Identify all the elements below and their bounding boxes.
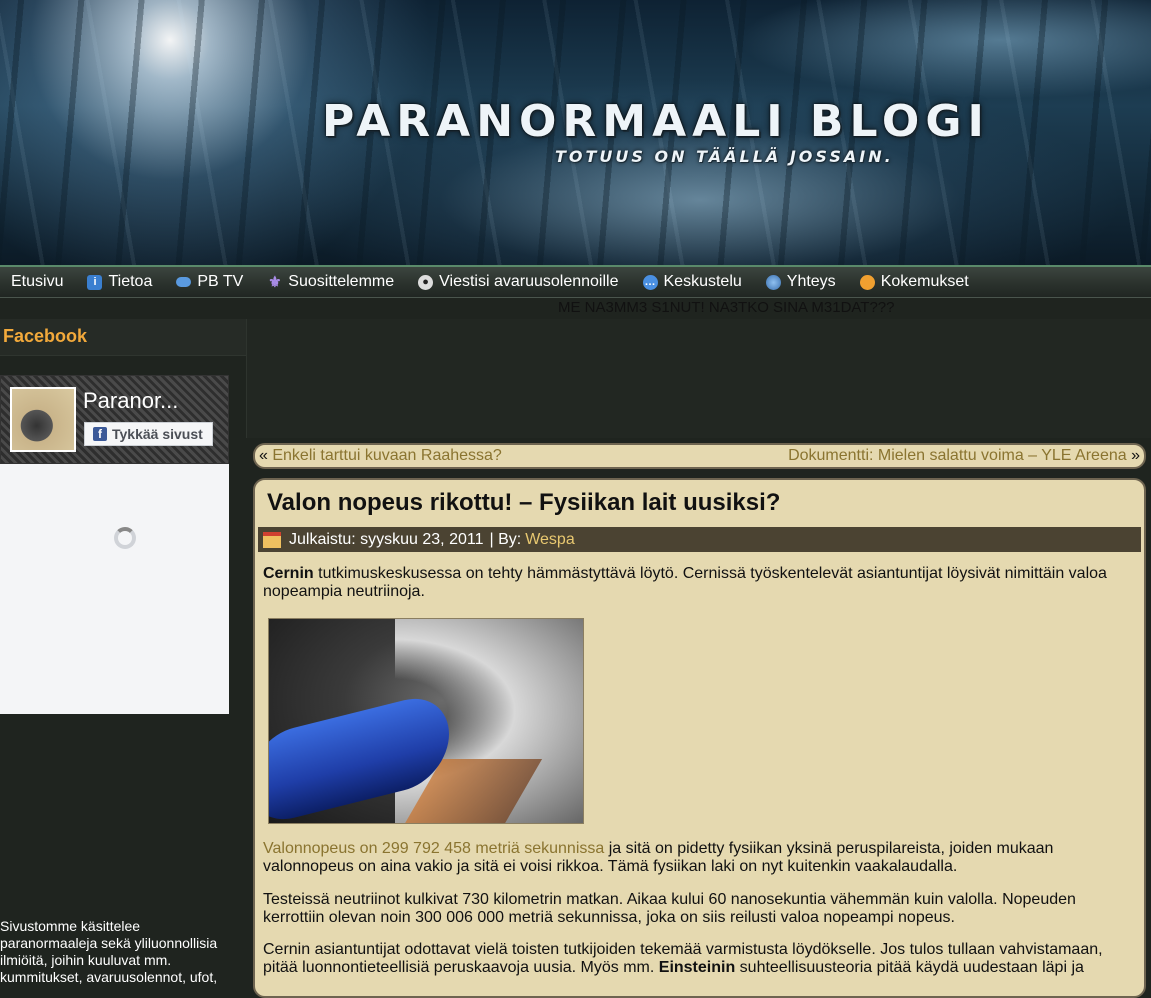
person-icon xyxy=(859,274,875,290)
facebook-icon: f xyxy=(93,427,107,441)
paragraph-text: tutkimuskeskusessa on tehty hämmästyttäv… xyxy=(263,565,1107,600)
chat-icon: … xyxy=(642,274,658,290)
blog-post: Valon nopeus rikottu! – Fysiikan lait uu… xyxy=(253,478,1146,998)
post-paragraph-4: Cernin asiantuntijat odottavat vielä toi… xyxy=(263,941,1133,977)
nav-item-keskustelu[interactable]: … Keskustelu xyxy=(632,273,755,291)
post-meta: Julkaistu: syyskuu 23, 2011 | By: Wespa xyxy=(258,527,1141,552)
published-date: Julkaistu: syyskuu 23, 2011 xyxy=(289,530,484,548)
tv-icon xyxy=(176,277,192,287)
paragraph-text: suhteellisuusteoria pitää käydä uudestaa… xyxy=(735,959,1084,976)
nav-item-label: Tietoa xyxy=(108,273,153,290)
star-icon: ⚜ xyxy=(268,273,282,291)
main-nav: Etusivu i Tietoa PB TV ⚜ Suosittelemme ●… xyxy=(0,265,1151,298)
info-icon: i xyxy=(87,274,103,290)
main-ad-area xyxy=(246,319,1151,438)
bold-text: Cernin xyxy=(263,565,314,582)
bold-text: Einsteinin xyxy=(658,959,736,976)
next-arrow: » xyxy=(1131,447,1140,464)
facebook-page-avatar[interactable] xyxy=(10,387,76,452)
post-paragraph-2: Valonnopeus on 299 792 458 metriä sekunn… xyxy=(263,840,1133,876)
like-label: Tykkää sivust xyxy=(112,426,203,442)
prev-arrow: « xyxy=(259,447,268,464)
nav-item-etusivu[interactable]: Etusivu xyxy=(0,273,76,291)
nav-item-pb-tv[interactable]: PB TV xyxy=(165,273,256,291)
author-link[interactable]: Wespa xyxy=(525,531,575,549)
nav-item-label: Etusivu xyxy=(11,273,64,290)
post-paragraph-1: Cernin tutkimuskeskusessa on tehty hämmä… xyxy=(263,565,1133,601)
post-title[interactable]: Valon nopeus rikottu! – Fysiikan lait uu… xyxy=(267,489,780,517)
scrolling-marquee: ME NA3MM3 S1NUT! NA3TKO SINA M31DAT??? xyxy=(558,299,895,316)
globe-icon xyxy=(765,274,781,290)
post-image[interactable] xyxy=(268,618,584,824)
by-label: | By: xyxy=(489,530,522,548)
nav-item-label: Keskustelu xyxy=(663,273,742,290)
left-sidebar: Facebook Paranor... f Tykkää sivust Sivu… xyxy=(0,319,246,985)
site-description: Sivustomme käsittelee paranormaaleja sek… xyxy=(0,918,218,985)
nav-item-label: Suosittelemme xyxy=(288,273,395,290)
nav-item-label: PB TV xyxy=(197,273,244,290)
facebook-cover-image[interactable]: Paranor... f Tykkää sivust xyxy=(0,375,229,464)
nav-item-label: Viestisi avaruusolennoille xyxy=(439,273,619,290)
site-tagline: TOTUUS ON TÄÄLLÄ JOSSAIN. xyxy=(555,147,894,166)
facebook-page-name[interactable]: Paranor... xyxy=(83,388,223,414)
post-navigation: « Enkeli tarttui kuvaan Raahessa? Dokume… xyxy=(253,443,1146,469)
nav-item-viestisi[interactable]: ● Viestisi avaruusolennoille xyxy=(407,273,631,291)
site-title: PARANORMAALI BLOGI xyxy=(322,96,990,147)
facebook-like-button[interactable]: f Tykkää sivust xyxy=(84,422,213,446)
nav-item-yhteys[interactable]: Yhteys xyxy=(755,273,849,291)
post-paragraph-3: Testeissä neutriinot kulkivat 730 kilome… xyxy=(263,891,1076,926)
calendar-icon xyxy=(263,531,281,548)
nav-item-kokemukset[interactable]: Kokemukset xyxy=(849,273,982,291)
light-speed-link[interactable]: Valonnopeus on 299 792 458 metriä sekunn… xyxy=(263,840,604,857)
prev-post: « Enkeli tarttui kuvaan Raahessa? xyxy=(259,447,502,465)
nav-item-label: Kokemukset xyxy=(880,273,969,290)
next-post: Dokumentti: Mielen salattu voima – YLE A… xyxy=(788,447,1140,465)
loading-spinner-icon xyxy=(114,527,136,549)
next-post-link[interactable]: Dokumentti: Mielen salattu voima – YLE A… xyxy=(788,447,1127,464)
nav-item-suosittelemme[interactable]: ⚜ Suosittelemme xyxy=(256,273,407,291)
facebook-page-plugin: Paranor... f Tykkää sivust xyxy=(0,375,229,714)
nav-item-tietoa[interactable]: i Tietoa xyxy=(76,273,165,291)
nav-item-label: Yhteys xyxy=(786,273,836,290)
alien-icon: ● xyxy=(418,274,434,290)
header-banner[interactable]: PARANORMAALI BLOGI TOTUUS ON TÄÄLLÄ JOSS… xyxy=(0,0,1151,265)
prev-post-link[interactable]: Enkeli tarttui kuvaan Raahessa? xyxy=(272,447,501,464)
facebook-widget-title: Facebook xyxy=(3,326,88,346)
facebook-widget-header: Facebook xyxy=(0,319,246,356)
